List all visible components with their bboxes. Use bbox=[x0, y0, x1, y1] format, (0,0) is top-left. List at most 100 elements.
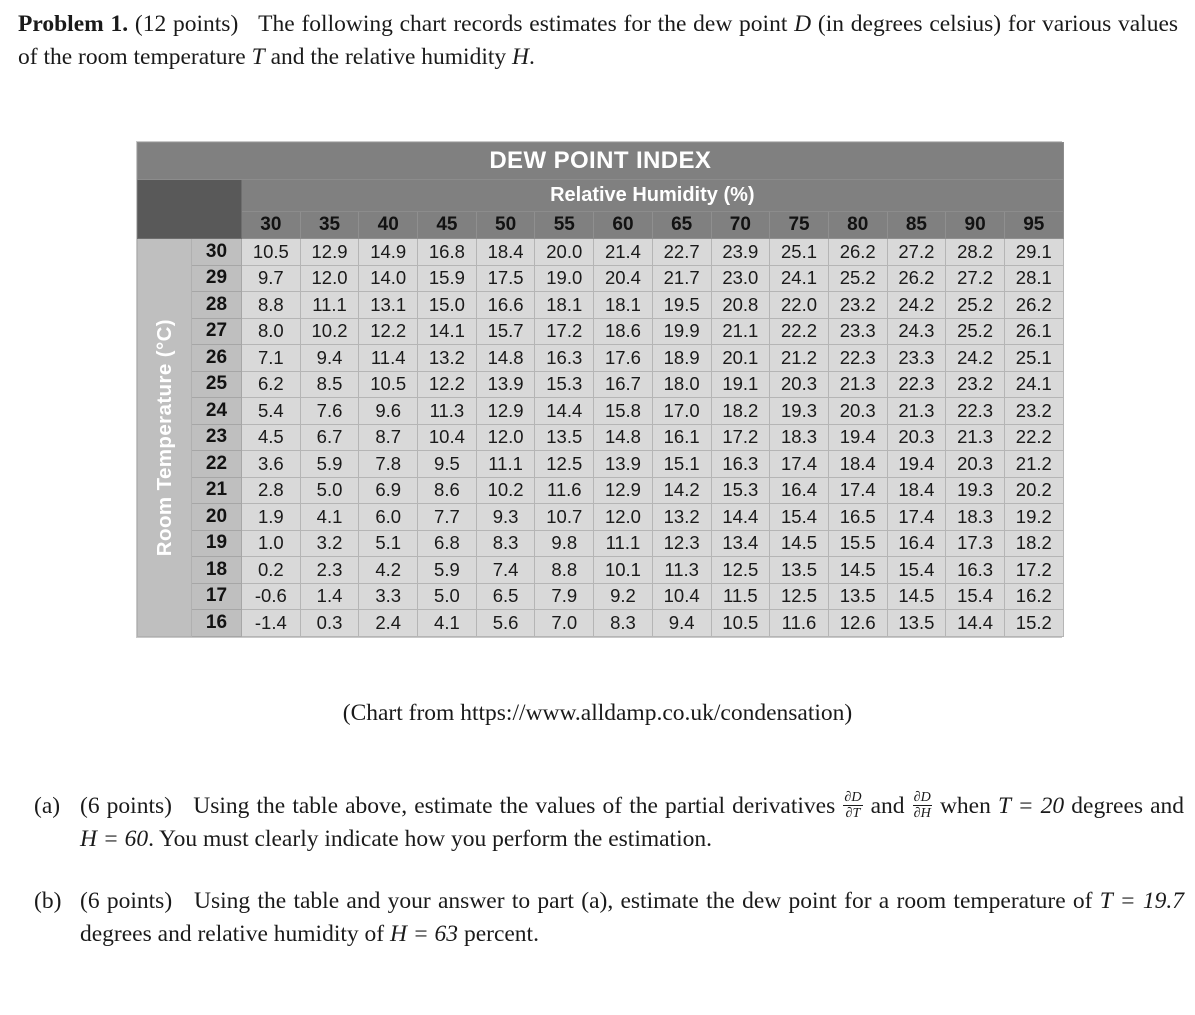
dew-point-cell: 24.3 bbox=[886, 317, 947, 345]
dew-point-cell: 7.9 bbox=[534, 582, 595, 610]
dew-point-cell: 15.4 bbox=[945, 582, 1005, 610]
dew-point-cell: 1.9 bbox=[241, 503, 301, 531]
dew-point-cell: 14.5 bbox=[827, 556, 888, 584]
dew-point-cell: 12.5 bbox=[710, 556, 771, 584]
table-header-row: 30 35 40 45 50 55 60 65 70 75 80 85 90 95 bbox=[138, 211, 1064, 239]
dew-point-cell: 4.1 bbox=[299, 503, 360, 531]
dew-point-cell: 18.4 bbox=[886, 476, 947, 504]
dew-point-cell: 3.3 bbox=[358, 582, 419, 610]
humidity-column-header: 50 bbox=[475, 211, 536, 239]
dew-point-cell: 10.5 bbox=[358, 370, 419, 398]
temperature-row-header: 22 bbox=[191, 450, 242, 478]
dew-point-cell: 17.6 bbox=[593, 344, 653, 372]
dew-point-cell: 21.3 bbox=[945, 423, 1005, 451]
dew-point-cell: 17.3 bbox=[945, 529, 1005, 557]
dew-point-cell: 21.7 bbox=[651, 264, 712, 292]
dew-point-cell: 18.0 bbox=[651, 370, 712, 398]
dew-point-cell: 7.8 bbox=[358, 450, 419, 478]
column-group-label: Relative Humidity (%) bbox=[241, 179, 1064, 212]
temperature-row-header: 23 bbox=[191, 423, 242, 451]
dew-point-cell: 14.8 bbox=[475, 344, 536, 372]
dew-point-cell: 16.3 bbox=[534, 344, 595, 372]
dew-point-cell: 5.0 bbox=[299, 476, 360, 504]
temperature-row-header: 24 bbox=[191, 397, 242, 425]
dew-point-cell: 26.2 bbox=[886, 264, 947, 292]
temperature-row-header: 26 bbox=[191, 344, 242, 372]
temperature-row-header: 29 bbox=[191, 264, 242, 292]
humidity-column-header: 70 bbox=[710, 211, 771, 239]
dew-point-cell: 14.0 bbox=[358, 264, 419, 292]
dew-point-cell: 9.8 bbox=[534, 529, 595, 557]
table-row: 16 -1.4 0.3 2.4 4.1 5.6 7.0 8.3 9.4 10.5 11.6 12.6 1… bbox=[138, 609, 1064, 637]
dew-point-cell: 13.2 bbox=[417, 344, 477, 372]
dew-point-cell: 2.8 bbox=[241, 476, 301, 504]
dew-point-cell: 6.0 bbox=[358, 503, 419, 531]
dew-point-cell: 23.9 bbox=[710, 238, 771, 266]
dew-point-cell: 18.2 bbox=[710, 397, 771, 425]
humidity-column-header: 40 bbox=[358, 211, 419, 239]
table-title: DEW POINT INDEX bbox=[137, 142, 1064, 180]
dew-point-cell: 12.0 bbox=[475, 423, 536, 451]
dew-point-cell: 19.4 bbox=[827, 423, 888, 451]
humidity-column-header: 55 bbox=[534, 211, 595, 239]
dew-point-cell: 16.1 bbox=[651, 423, 712, 451]
dew-point-cell: 8.3 bbox=[475, 529, 536, 557]
dew-point-cell: 18.2 bbox=[1003, 529, 1064, 557]
dew-point-cell: 11.5 bbox=[710, 582, 771, 610]
dew-point-cell: 9.2 bbox=[593, 582, 653, 610]
dew-point-cell: 11.3 bbox=[417, 397, 477, 425]
part-b-condition-t: T = 19.7 bbox=[1099, 887, 1185, 914]
dew-point-cell: 26.2 bbox=[827, 238, 888, 266]
dew-point-cell: 25.1 bbox=[769, 238, 829, 266]
dew-point-cell: 26.2 bbox=[1003, 291, 1064, 319]
partial-d-partial-t: ∂D ∂T bbox=[843, 789, 863, 822]
dew-point-cell: 5.1 bbox=[358, 529, 419, 557]
temperature-row-header: 18 bbox=[191, 556, 242, 584]
temperature-row-header: 28 bbox=[191, 291, 242, 319]
dew-point-cell: 13.1 bbox=[358, 291, 419, 319]
dew-point-cell: 25.2 bbox=[945, 317, 1005, 345]
dew-point-cell: 12.6 bbox=[827, 609, 888, 637]
dew-point-cell: 8.3 bbox=[593, 609, 653, 637]
dew-point-cell: 10.4 bbox=[417, 423, 477, 451]
dew-point-cell: 15.9 bbox=[417, 264, 477, 292]
part-a-text-1: Using the table above, estimate the valu… bbox=[193, 793, 836, 819]
partial-t-denominator: ∂T bbox=[845, 805, 861, 822]
dew-point-cell: 10.5 bbox=[241, 238, 301, 266]
part-a-text-3: when bbox=[939, 793, 991, 819]
dew-point-cell: 6.7 bbox=[299, 423, 360, 451]
dew-point-cell: 19.4 bbox=[886, 450, 947, 478]
dew-point-cell: 17.2 bbox=[534, 317, 595, 345]
dew-point-cell: 15.8 bbox=[593, 397, 653, 425]
dew-point-cell: 12.5 bbox=[769, 582, 829, 610]
table-row: 17 -0.6 1.4 3.3 5.0 6.5 7.9 9.2 10.4 11.5 12.5 13.5… bbox=[138, 582, 1064, 610]
dew-point-cell: 6.8 bbox=[417, 529, 477, 557]
table-row: 19 1.0 3.2 5.1 6.8 8.3 9.8 11.1 12.3 13.4 14.5 15.5… bbox=[138, 529, 1064, 557]
part-a: (a) (6 points) Using the table above, es… bbox=[34, 789, 1185, 857]
dew-point-cell: 15.2 bbox=[1003, 609, 1064, 637]
dew-point-cell: 23.2 bbox=[827, 291, 888, 319]
dew-point-cell: 3.6 bbox=[241, 450, 301, 478]
dew-point-cell: 15.3 bbox=[534, 370, 595, 398]
dew-point-cell: 11.6 bbox=[534, 476, 595, 504]
dew-point-cell: 20.0 bbox=[534, 238, 595, 266]
dew-point-cell: 12.0 bbox=[299, 264, 360, 292]
dew-point-cell: 12.2 bbox=[417, 370, 477, 398]
dew-point-cell: 16.4 bbox=[769, 476, 829, 504]
table-title-row: DEW POINT INDEX bbox=[137, 142, 1064, 180]
part-a-text-4: degrees and bbox=[1071, 793, 1185, 819]
dew-point-cell: 22.3 bbox=[945, 397, 1005, 425]
part-b-points: (6 points) bbox=[80, 887, 173, 914]
dew-point-cell: 8.5 bbox=[299, 370, 360, 398]
dew-point-cell: 19.3 bbox=[769, 397, 829, 425]
dew-point-cell: 22.2 bbox=[1003, 423, 1064, 451]
dew-point-cell: 26.1 bbox=[1003, 317, 1064, 345]
dew-point-cell: 14.2 bbox=[651, 476, 712, 504]
dew-point-cell: 4.5 bbox=[241, 423, 301, 451]
dew-point-cell: 15.0 bbox=[417, 291, 477, 319]
problem-parts: (a) (6 points) Using the table above, es… bbox=[34, 789, 1185, 979]
dew-point-cell: 14.4 bbox=[945, 609, 1005, 637]
dew-point-cell: 23.2 bbox=[1003, 397, 1064, 425]
dew-point-cell: 10.4 bbox=[651, 582, 712, 610]
partial-h-denominator: ∂H bbox=[913, 805, 931, 822]
